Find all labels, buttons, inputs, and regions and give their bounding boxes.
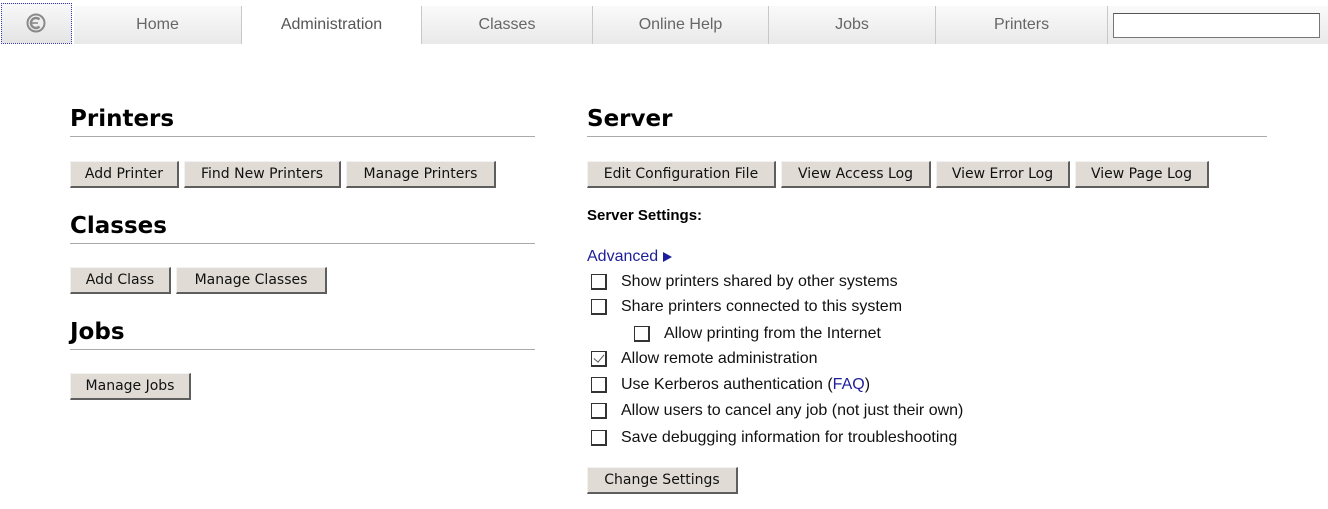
cups-logo-link[interactable] — [1, 3, 72, 44]
top-navigation: Home Administration Classes Online Help … — [0, 0, 1328, 47]
option-label: Allow users to cancel any job (not just … — [621, 402, 964, 419]
view-access-log-button[interactable]: View Access Log — [781, 161, 931, 188]
kerberos-label-text: Use Kerberos authentication ( — [621, 376, 833, 393]
kerberos-checkbox[interactable] — [591, 377, 607, 393]
cups-logo-icon — [26, 13, 46, 33]
view-error-log-button[interactable]: View Error Log — [936, 161, 1070, 188]
tab-classes[interactable]: Classes — [422, 6, 593, 44]
cancel-any-job-checkbox[interactable] — [591, 403, 607, 419]
find-new-printers-button[interactable]: Find New Printers — [184, 161, 341, 188]
server-divider — [587, 136, 1267, 137]
advanced-settings-link[interactable]: Advanced — [587, 248, 673, 266]
tab-printers[interactable]: Printers — [936, 6, 1108, 44]
option-label: Allow printing from the Internet — [664, 325, 881, 342]
option-show-shared-printers: Show printers shared by other systems — [591, 272, 898, 292]
tab-administration[interactable]: Administration — [242, 6, 422, 44]
kerberos-label-suffix: ) — [864, 376, 871, 393]
option-label: Share printers connected to this system — [621, 298, 903, 315]
debug-logging-checkbox[interactable] — [591, 430, 607, 446]
faq-link[interactable]: FAQ — [833, 376, 865, 393]
option-label: Allow remote administration — [621, 350, 818, 367]
classes-heading: Classes — [70, 213, 167, 239]
server-settings-label: Server Settings: — [587, 207, 703, 224]
jobs-divider — [70, 349, 535, 350]
edit-configuration-file-button[interactable]: Edit Configuration File — [587, 161, 776, 188]
manage-printers-button[interactable]: Manage Printers — [346, 161, 496, 188]
option-share-printers: Share printers connected to this system — [591, 297, 902, 317]
tab-jobs[interactable]: Jobs — [769, 6, 936, 44]
jobs-heading: Jobs — [70, 319, 125, 345]
tab-online-help[interactable]: Online Help — [593, 6, 769, 44]
search-area — [1108, 6, 1328, 44]
add-class-button[interactable]: Add Class — [70, 267, 171, 294]
remote-administration-checkbox[interactable] — [591, 351, 607, 367]
option-label: Save debugging information for troublesh… — [621, 429, 958, 446]
option-kerberos: Use Kerberos authentication (FAQ) — [591, 375, 870, 395]
share-printers-checkbox[interactable] — [591, 299, 607, 315]
tab-home[interactable]: Home — [74, 6, 242, 44]
advanced-link-label: Advanced — [587, 248, 659, 265]
classes-divider — [70, 243, 535, 244]
search-input[interactable] — [1113, 13, 1320, 38]
option-allow-internet-printing: Allow printing from the Internet — [634, 324, 881, 344]
view-page-log-button[interactable]: View Page Log — [1075, 161, 1209, 188]
printers-heading: Printers — [70, 106, 175, 132]
option-label: Use Kerberos authentication (FAQ) — [621, 376, 870, 394]
change-settings-button[interactable]: Change Settings — [587, 467, 738, 494]
manage-classes-button[interactable]: Manage Classes — [176, 267, 327, 294]
add-printer-button[interactable]: Add Printer — [70, 161, 179, 188]
option-remote-administration: Allow remote administration — [591, 349, 818, 369]
option-debug-logging: Save debugging information for troublesh… — [591, 428, 957, 448]
option-label: Show printers shared by other systems — [621, 273, 898, 290]
manage-jobs-button[interactable]: Manage Jobs — [70, 373, 191, 400]
expand-arrow-icon — [663, 252, 673, 262]
show-shared-printers-checkbox[interactable] — [591, 274, 607, 290]
option-cancel-any-job: Allow users to cancel any job (not just … — [591, 401, 963, 421]
printers-divider — [70, 136, 535, 137]
server-heading: Server — [587, 106, 673, 132]
allow-internet-printing-checkbox[interactable] — [634, 326, 650, 342]
